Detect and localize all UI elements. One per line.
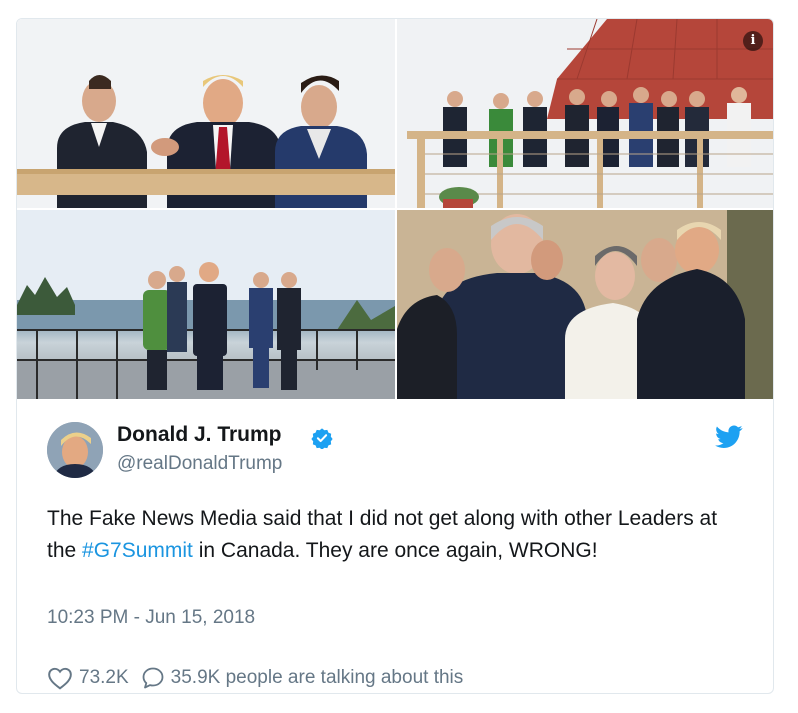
like-button[interactable]: 73.2K xyxy=(47,666,129,690)
reply-count: 35.9K people are talking about this xyxy=(170,667,464,688)
photo-bottom-left[interactable] xyxy=(17,210,395,399)
display-name[interactable]: Donald J. Trump xyxy=(117,423,282,447)
like-count: 73.2K xyxy=(79,667,129,688)
tweet-text: The Fake News Media said that I did not … xyxy=(47,503,737,567)
tweet-actions: 73.2K 35.9K people are talking about thi… xyxy=(47,666,463,690)
tweet-text-part: in Canada. They are once again, WRONG! xyxy=(192,539,598,562)
timestamp[interactable]: 10:23 PM - Jun 15, 2018 xyxy=(47,607,255,629)
photo-top-right[interactable]: i xyxy=(397,19,773,208)
user-handle[interactable]: @realDonaldTrump xyxy=(117,453,282,475)
avatar[interactable] xyxy=(47,422,103,478)
photo-grid[interactable]: i xyxy=(17,19,773,399)
speech-bubble-icon xyxy=(141,666,171,690)
twitter-bird-icon[interactable] xyxy=(715,425,743,454)
heart-icon xyxy=(47,666,79,690)
info-icon[interactable]: i xyxy=(743,31,763,51)
photo-top-left[interactable] xyxy=(17,19,395,208)
tweet-card: i Donald J. Trump @realDonaldTrump The F… xyxy=(16,18,774,694)
reply-button[interactable]: 35.9K people are talking about this xyxy=(141,666,464,690)
hashtag-link[interactable]: #G7Summit xyxy=(82,539,193,562)
photo-bottom-right[interactable] xyxy=(397,210,773,399)
verified-badge-icon xyxy=(311,427,333,454)
